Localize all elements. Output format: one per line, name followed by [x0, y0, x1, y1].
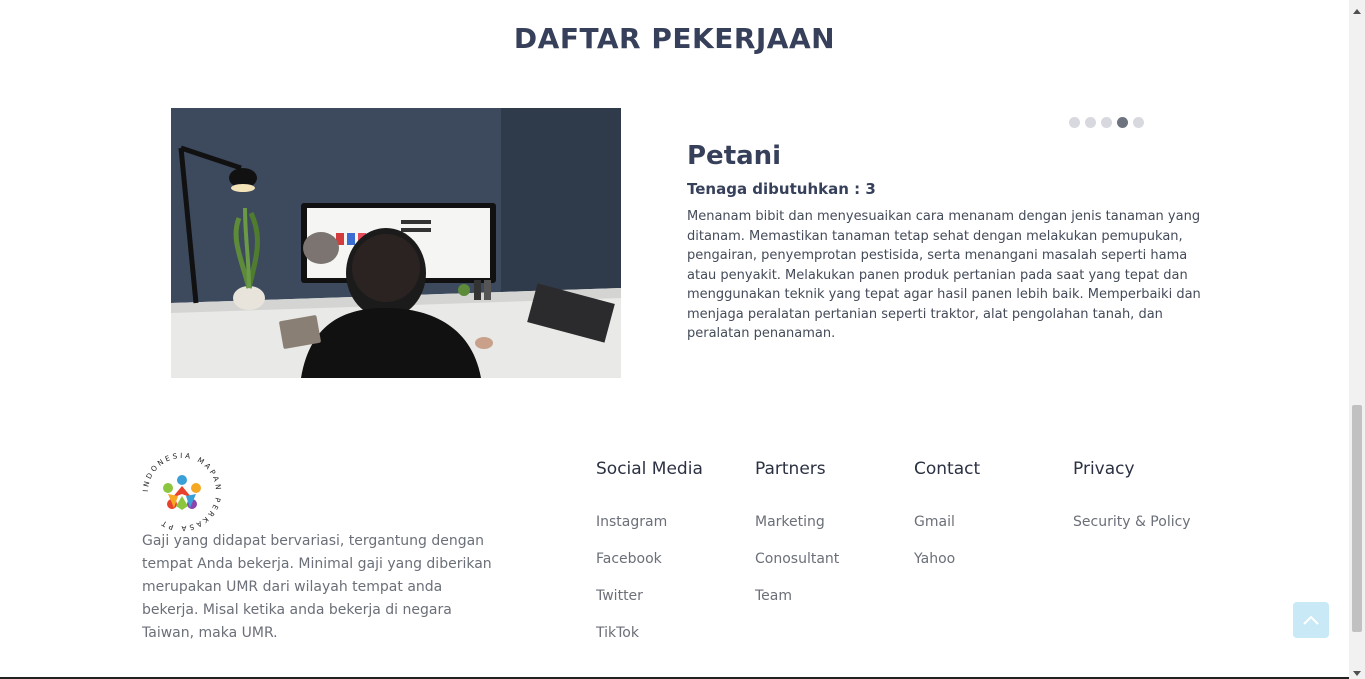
footer-link-consultant[interactable]: Conosultant	[755, 549, 910, 586]
footer-about-text: Gaji yang didapat bervariasi, tergantung…	[142, 533, 492, 641]
footer-heading: Contact	[914, 459, 981, 479]
scroll-up-button[interactable]	[1349, 0, 1365, 16]
footer-heading: Privacy	[1073, 459, 1135, 479]
footer-column-social-media: Social Media Instagram Facebook Twitter …	[596, 459, 751, 660]
job-description: Menanam bibit dan menyesuaikan cara mena…	[687, 209, 1201, 341]
footer-column-privacy: Privacy Security & Policy	[1073, 459, 1228, 549]
job-title: Petani	[687, 141, 782, 171]
vertical-scrollbar[interactable]	[1349, 0, 1365, 679]
footer-link-security-policy[interactable]: Security & Policy	[1073, 512, 1228, 549]
triangle-up-icon	[1353, 0, 1361, 18]
footer-heading: Social Media	[596, 459, 703, 479]
page: DAFTAR PEKERJAAN Petani Tenaga dibutuhka…	[0, 0, 1349, 679]
carousel-dot[interactable]	[1101, 117, 1112, 128]
footer-column-partners: Partners Marketing Conosultant Team	[755, 459, 910, 623]
carousel-dot[interactable]	[1069, 117, 1080, 128]
carousel-dot[interactable]	[1085, 117, 1096, 128]
company-logo: INDONESIA MAPAN PERKASA PT	[140, 450, 224, 534]
footer-link-tiktok[interactable]: TikTok	[596, 623, 751, 660]
footer-link-team[interactable]: Team	[755, 586, 910, 623]
scrollbar-thumb[interactable]	[1352, 405, 1362, 632]
footer-heading: Partners	[755, 459, 826, 479]
footer-link-facebook[interactable]: Facebook	[596, 549, 751, 586]
footer-column-contact: Contact Gmail Yahoo	[914, 459, 1069, 586]
back-to-top-button[interactable]	[1293, 602, 1329, 638]
footer-link-yahoo[interactable]: Yahoo	[914, 549, 1069, 586]
footer-link-twitter[interactable]: Twitter	[596, 586, 751, 623]
section-title: DAFTAR PEKERJAAN	[513, 22, 836, 55]
chevron-up-icon	[1302, 611, 1320, 630]
footer-link-gmail[interactable]: Gmail	[914, 512, 1069, 549]
carousel-dot[interactable]	[1133, 117, 1144, 128]
job-needed-count: Tenaga dibutuhkan : 3	[687, 180, 876, 198]
footer-link-marketing[interactable]: Marketing	[755, 512, 910, 549]
carousel-dot-active[interactable]	[1117, 117, 1128, 128]
carousel-dots	[1069, 117, 1144, 128]
job-image	[171, 108, 621, 378]
triangle-down-icon	[1353, 662, 1361, 679]
scroll-down-button[interactable]	[1349, 663, 1365, 679]
footer-link-instagram[interactable]: Instagram	[596, 512, 751, 549]
